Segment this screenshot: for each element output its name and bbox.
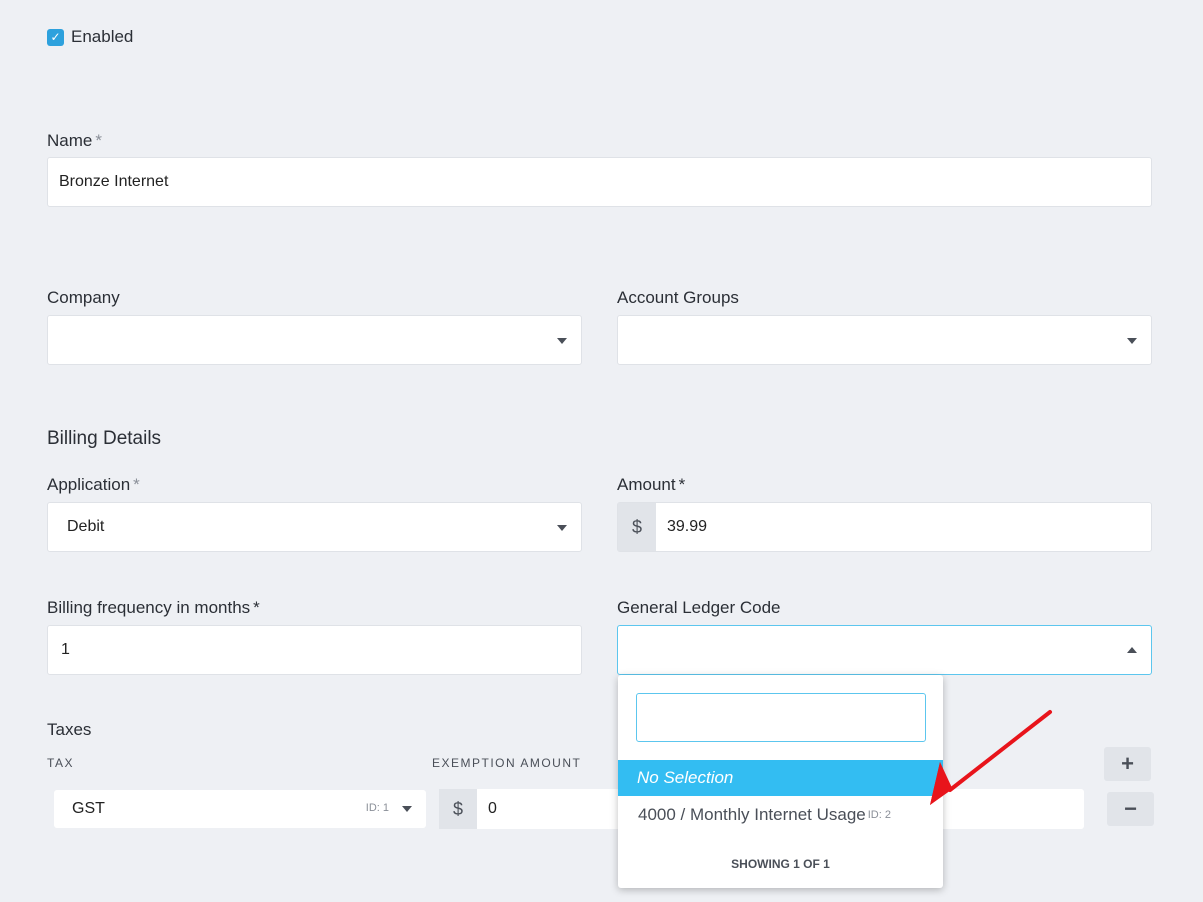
- add-tax-button[interactable]: +: [1104, 747, 1151, 781]
- tax-select[interactable]: GST ID: 1: [54, 790, 426, 828]
- name-required-mark: *: [95, 131, 102, 150]
- dropdown-footer: SHOWING 1 OF 1: [731, 857, 830, 871]
- amount-input-value: 39.99: [667, 518, 708, 535]
- account-groups-label: Account Groups: [617, 288, 739, 307]
- application-label: Application *: [47, 475, 140, 495]
- minus-icon: −: [1124, 796, 1137, 821]
- chevron-down-icon: [402, 806, 412, 812]
- application-required-mark: *: [133, 475, 140, 494]
- frequency-input-value: 1: [61, 641, 70, 658]
- tax-select-value: GST: [72, 800, 105, 817]
- name-label-text: Name: [47, 131, 93, 150]
- gl-code-select[interactable]: [617, 625, 1152, 675]
- no-selection-label: No Selection: [637, 768, 734, 787]
- enabled-label: Enabled: [71, 27, 134, 46]
- application-select-value: Debit: [67, 518, 105, 535]
- enabled-row[interactable]: ✓ Enabled: [47, 27, 133, 47]
- account-groups-select[interactable]: [617, 315, 1152, 365]
- name-input-value: Bronze Internet: [59, 173, 169, 190]
- billing-section-title: Billing Details: [47, 428, 162, 449]
- gl-code-dropdown: No Selection 4000 / Monthly Internet Usa…: [618, 675, 943, 888]
- chevron-down-icon: [1127, 338, 1137, 344]
- company-label: Company: [47, 288, 120, 307]
- chevron-down-icon: [557, 338, 567, 344]
- gl-option-item[interactable]: 4000 / Monthly Internet Usage ID: 2: [618, 797, 943, 833]
- amount-label: Amount *: [617, 475, 685, 495]
- check-icon: ✓: [50, 30, 61, 44]
- taxes-title: Taxes: [47, 720, 92, 739]
- amount-required-mark: *: [678, 475, 686, 494]
- frequency-label-text: Billing frequency in months: [47, 598, 251, 617]
- enabled-checkbox[interactable]: ✓: [47, 28, 64, 46]
- tax-column-header: TAX: [47, 756, 74, 770]
- application-label-text: Application: [47, 475, 131, 494]
- exemption-currency-addon: $: [439, 789, 477, 829]
- no-selection-option[interactable]: No Selection: [618, 760, 943, 796]
- amount-input[interactable]: $ 39.99: [617, 502, 1152, 552]
- frequency-required-mark: *: [253, 598, 260, 617]
- gl-option-id: ID: 2: [867, 809, 891, 821]
- gl-code-label: General Ledger Code: [617, 598, 781, 617]
- name-input[interactable]: Bronze Internet: [47, 157, 1152, 207]
- currency-addon: $: [618, 503, 656, 551]
- name-label: Name *: [47, 131, 102, 151]
- exemption-input-value: 0: [488, 800, 497, 817]
- frequency-label: Billing frequency in months *: [47, 598, 260, 618]
- exemption-column-header: EXEMPTION AMOUNT: [432, 756, 582, 770]
- gl-code-search-input[interactable]: [636, 693, 926, 742]
- tax-id-badge: ID: 1: [365, 802, 389, 814]
- amount-label-text: Amount: [617, 475, 676, 494]
- chevron-up-icon: [1127, 647, 1137, 653]
- plus-icon: +: [1121, 751, 1134, 776]
- company-select[interactable]: [47, 315, 582, 365]
- remove-tax-button[interactable]: −: [1107, 792, 1154, 826]
- annotation-arrow-icon: [930, 710, 1052, 805]
- chevron-down-icon: [557, 525, 567, 531]
- application-select[interactable]: Debit: [47, 502, 582, 552]
- frequency-input[interactable]: 1: [47, 625, 582, 675]
- gl-option-label: 4000 / Monthly Internet Usage: [638, 805, 866, 824]
